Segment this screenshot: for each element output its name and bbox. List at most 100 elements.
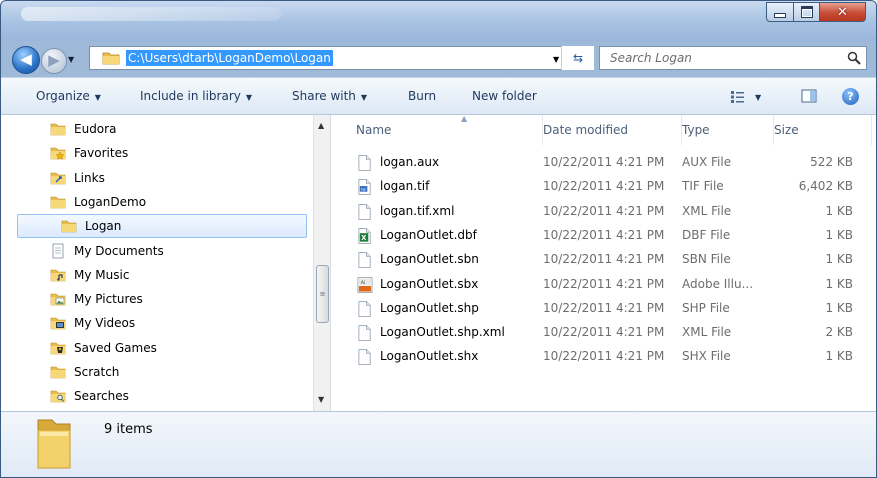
- include-in-library-label: Include in library: [140, 89, 241, 103]
- file-type: SHP File: [682, 300, 730, 315]
- nav-item-label: My Pictures: [74, 292, 143, 307]
- file-row[interactable]: LoganOutlet.sbn 10/22/2011 4:21 PM SBN Fil…: [351, 248, 871, 272]
- help-icon[interactable]: ?: [842, 88, 859, 105]
- folder-icon: [37, 419, 71, 469]
- file-name[interactable]: LoganOutlet.sbx: [380, 277, 478, 291]
- nav-item-my-documents[interactable]: My Documents: [17, 239, 307, 263]
- nav-item-label: Eudora: [74, 122, 117, 136]
- address-bar[interactable]: C:\Users\dtarb\LoganDemo\Logan: [89, 46, 592, 70]
- file-row[interactable]: Ai LoganOutlet.sbx 10/22/2011 4:21 PM Adobe…: [351, 273, 871, 297]
- folder-icon: [50, 366, 66, 379]
- nav-item-logandemo[interactable]: LoganDemo: [17, 190, 307, 214]
- generic-file-icon: [358, 325, 371, 341]
- nav-item-scratch[interactable]: Scratch: [17, 360, 307, 384]
- file-size: 1 KB: [825, 276, 853, 291]
- folder-icon: [102, 52, 120, 65]
- file-date-modified: 10/22/2011 4:21 PM: [543, 203, 665, 218]
- column-header-date[interactable]: Date modified: [543, 115, 682, 145]
- navigation-scrollbar[interactable]: ▲ ≡ ▼: [313, 115, 331, 411]
- file-type: DBF File: [682, 227, 731, 242]
- folder-icon: [50, 123, 66, 136]
- column-header-type[interactable]: Type: [682, 115, 774, 145]
- history-dropdown-icon[interactable]: ▼: [68, 55, 74, 64]
- close-icon: ✕: [837, 4, 848, 20]
- scroll-down-arrow-icon[interactable]: ▼: [318, 395, 324, 404]
- file-row[interactable]: LoganOutlet.shp.xml 10/22/2011 4:21 PM XML…: [351, 321, 871, 345]
- nav-item-favorites[interactable]: Favorites: [17, 141, 307, 165]
- file-size: 1 KB: [825, 349, 853, 364]
- videos-folder-icon: [50, 318, 66, 330]
- back-button[interactable]: ◀: [12, 46, 40, 74]
- documents-icon: [52, 243, 64, 258]
- music-folder-icon: [50, 269, 66, 282]
- file-name[interactable]: logan.tif.xml: [380, 204, 454, 218]
- file-size: 2 KB: [825, 325, 853, 340]
- include-in-library-button[interactable]: Include in library ▼: [140, 89, 252, 103]
- file-name[interactable]: LoganOutlet.sbn: [380, 252, 479, 266]
- file-row[interactable]: logan.aux 10/22/2011 4:21 PM AUX File 522 K…: [351, 151, 871, 175]
- column-header-date-label: Date modified: [543, 123, 629, 137]
- nav-item-eudora[interactable]: Eudora: [17, 117, 307, 141]
- searches-folder-icon: [50, 390, 66, 403]
- nav-item-my-videos[interactable]: My Videos: [17, 311, 307, 335]
- title-bar[interactable]: ✕: [1, 1, 876, 41]
- file-type: AUX File: [682, 155, 732, 169]
- file-type: TIF File: [682, 179, 724, 194]
- nav-item-links[interactable]: Links: [17, 166, 307, 190]
- generic-file-icon: [358, 300, 371, 317]
- minimize-button[interactable]: [766, 2, 794, 22]
- search-input[interactable]: [608, 50, 842, 66]
- refresh-icon: ⇆: [572, 51, 584, 65]
- nav-item-my-music[interactable]: My Music: [17, 263, 307, 287]
- arrow-right-icon: ▶: [48, 50, 60, 69]
- nav-item-label: Saved Games: [74, 340, 157, 355]
- change-view-button[interactable]: ▼: [731, 88, 767, 106]
- nav-item-my-pictures[interactable]: My Pictures: [17, 287, 307, 311]
- file-name[interactable]: LoganOutlet.shx: [380, 349, 478, 363]
- new-folder-button[interactable]: New folder: [472, 89, 537, 103]
- nav-item-searches[interactable]: Searches: [17, 384, 307, 408]
- file-row[interactable]: TIF logan.tif 10/22/2011 4:21 PM TIF File 6,…: [351, 175, 871, 199]
- search-icon[interactable]: [847, 51, 861, 65]
- file-name[interactable]: logan.tif: [380, 179, 429, 193]
- refresh-button[interactable]: ⇆: [561, 46, 594, 70]
- arrow-left-icon: ◀: [20, 49, 32, 68]
- file-date-modified: 10/22/2011 4:21 PM: [543, 227, 665, 242]
- file-row[interactable]: X LoganOutlet.dbf 10/22/2011 4:21 PM DBF Fi…: [351, 224, 871, 248]
- file-name[interactable]: logan.aux: [380, 155, 439, 169]
- nav-item-label: Links: [74, 170, 105, 185]
- chevron-down-icon: ▼: [245, 93, 253, 102]
- maximize-icon: [800, 6, 813, 18]
- scroll-thumb[interactable]: ≡: [316, 265, 329, 323]
- file-name[interactable]: LoganOutlet.shp: [380, 301, 479, 315]
- burn-button[interactable]: Burn: [408, 89, 436, 103]
- file-row[interactable]: logan.tif.xml 10/22/2011 4:21 PM XML File 1…: [351, 200, 871, 224]
- search-box[interactable]: [599, 46, 867, 70]
- nav-item-logan[interactable]: Logan: [17, 214, 307, 239]
- scroll-up-arrow-icon[interactable]: ▲: [318, 121, 324, 130]
- dbf-excel-icon: X: [358, 227, 371, 244]
- organize-button[interactable]: Organize ▼: [36, 89, 101, 103]
- file-name[interactable]: LoganOutlet.dbf: [380, 228, 477, 242]
- sort-ascending-icon: ▲: [461, 115, 468, 123]
- svg-text:TIF: TIF: [360, 188, 367, 192]
- column-header-name[interactable]: ▲ Name: [351, 115, 543, 145]
- svg-text:Ai: Ai: [361, 280, 366, 286]
- address-path[interactable]: C:\Users\dtarb\LoganDemo\Logan: [126, 50, 333, 66]
- address-dropdown-icon[interactable]: ▼: [553, 55, 559, 64]
- preview-pane-icon[interactable]: [801, 88, 817, 104]
- file-size: 1 KB: [825, 300, 853, 315]
- share-with-button[interactable]: Share with ▼: [292, 89, 367, 103]
- file-date-modified: 10/22/2011 4:21 PM: [543, 325, 665, 340]
- column-header-size[interactable]: Size: [774, 115, 872, 145]
- illustrator-file-icon: Ai: [357, 276, 373, 293]
- maximize-button[interactable]: [793, 2, 820, 22]
- details-pane: 9 items: [1, 411, 876, 477]
- nav-item-saved-games[interactable]: Saved Games: [17, 336, 307, 360]
- file-row[interactable]: LoganOutlet.shp 10/22/2011 4:21 PM SHP Fil…: [351, 297, 871, 321]
- file-size: 1 KB: [825, 227, 853, 242]
- close-button[interactable]: ✕: [819, 2, 866, 22]
- forward-button[interactable]: ▶: [41, 48, 67, 74]
- file-name[interactable]: LoganOutlet.shp.xml: [380, 325, 505, 339]
- file-row[interactable]: LoganOutlet.shx 10/22/2011 4:21 PM SHX Fil…: [351, 345, 871, 369]
